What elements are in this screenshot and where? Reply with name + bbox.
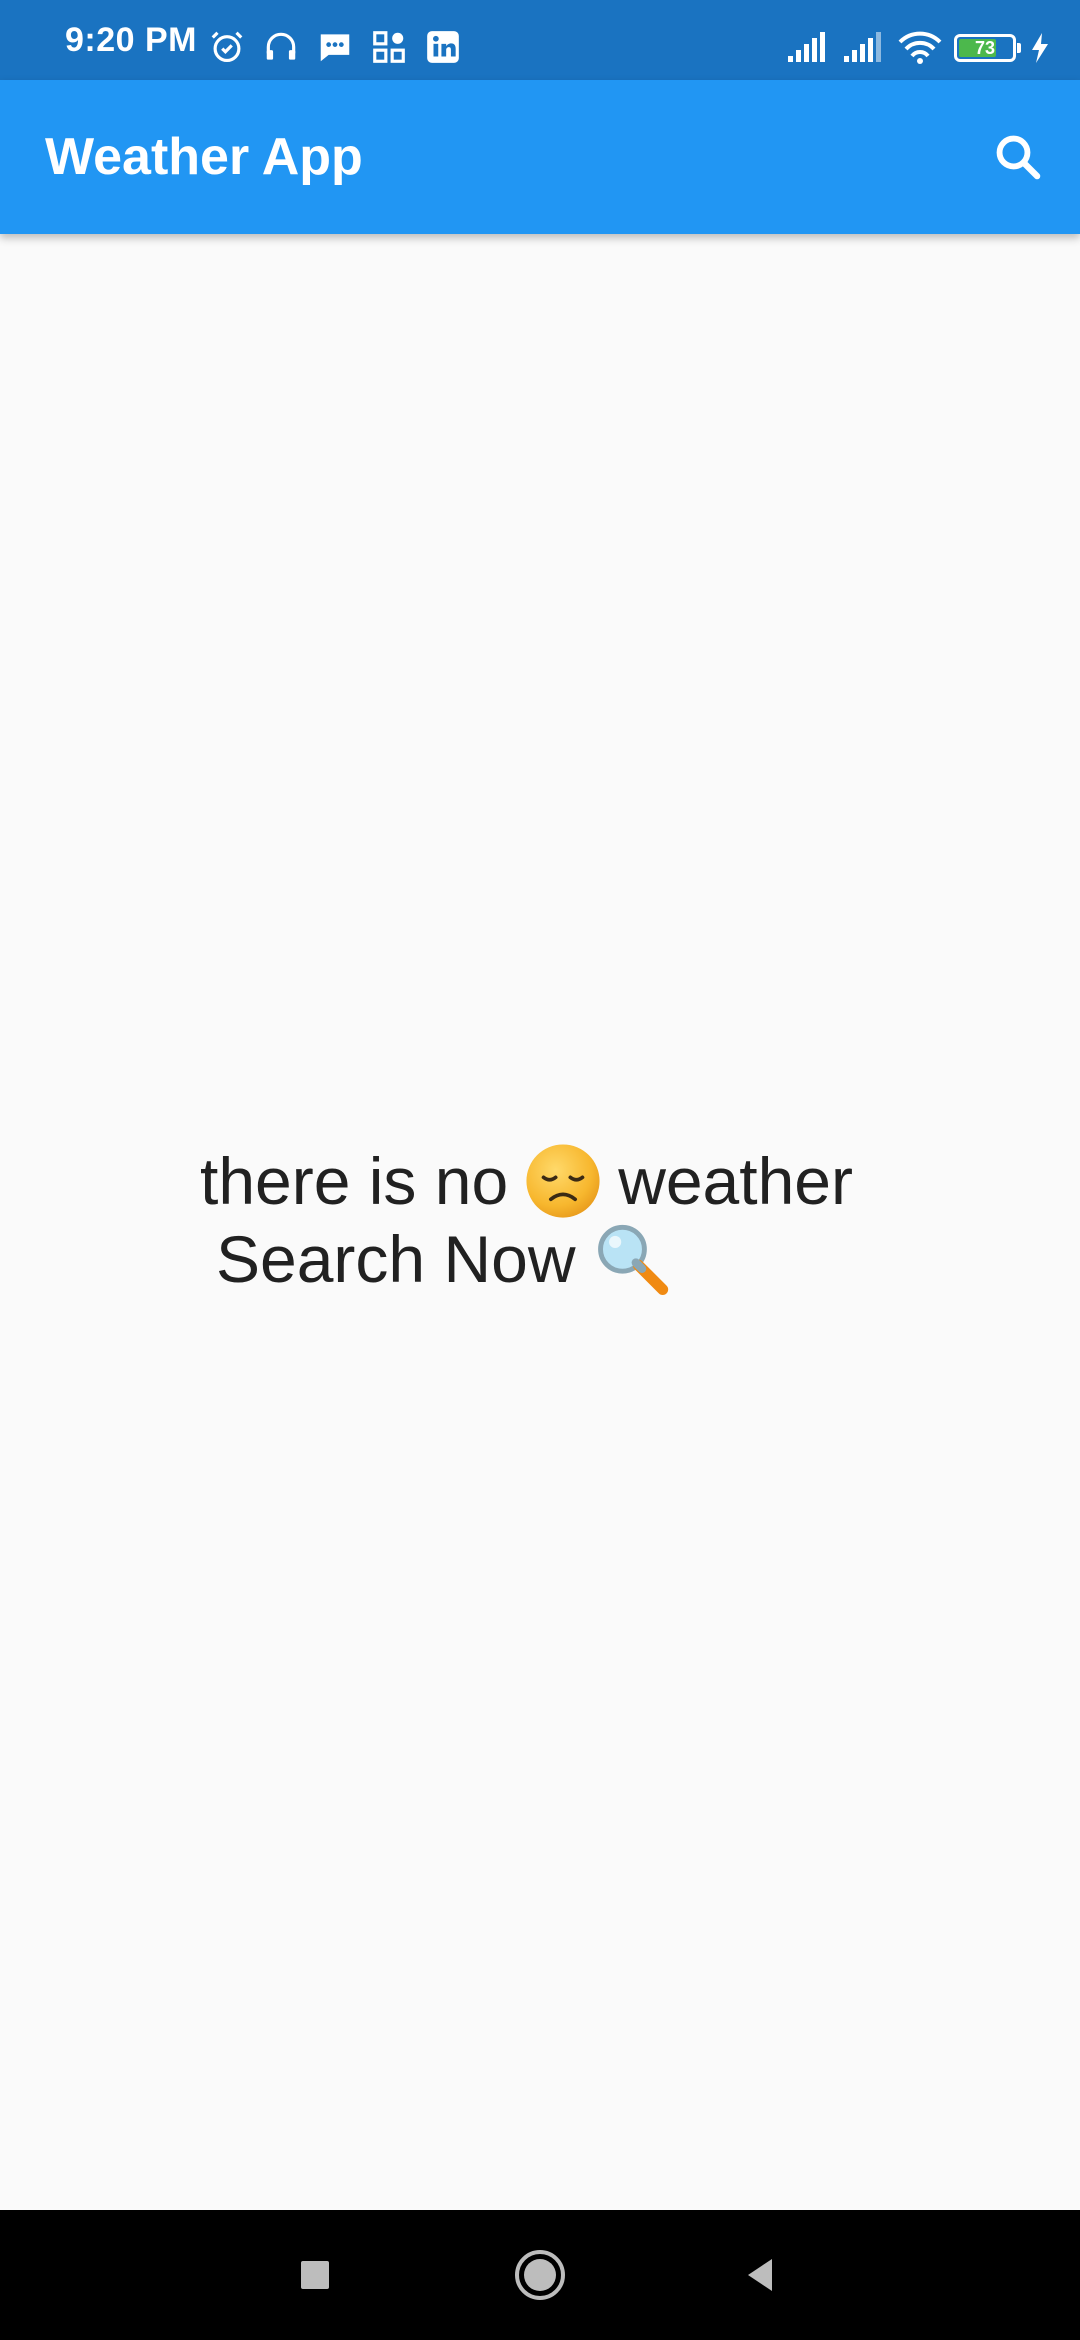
home-icon bbox=[515, 2250, 565, 2300]
empty-message-text-before: there is no bbox=[200, 1144, 509, 1218]
back-button[interactable] bbox=[720, 2235, 800, 2315]
empty-message-text-after: weather bbox=[618, 1144, 853, 1218]
alarm-icon bbox=[211, 31, 243, 63]
recents-icon bbox=[301, 2261, 329, 2289]
battery-icon: 73 bbox=[954, 34, 1021, 62]
signal-icon bbox=[788, 32, 825, 62]
app-bar: Weather App bbox=[0, 80, 1080, 234]
navigation-bar bbox=[0, 2210, 1080, 2340]
app-title: Weather App bbox=[45, 128, 363, 186]
headset-icon bbox=[266, 32, 296, 60]
app-grid-icon bbox=[373, 31, 405, 63]
recents-button[interactable] bbox=[275, 2235, 355, 2315]
status-time: 9:20 PM bbox=[65, 21, 197, 59]
back-icon bbox=[748, 2259, 772, 2291]
message-icon bbox=[320, 34, 350, 62]
signal-icon bbox=[844, 32, 881, 62]
wifi-icon bbox=[898, 31, 942, 64]
search-now-text: Search Now bbox=[216, 1222, 576, 1296]
status-bar: 9:20 PM 73 bbox=[0, 0, 1080, 80]
charging-icon bbox=[1032, 33, 1048, 63]
status-right-icons: 73 bbox=[786, 28, 1050, 68]
status-left-icons bbox=[208, 28, 462, 68]
battery-level: 73 bbox=[974, 38, 996, 58]
home-button[interactable] bbox=[500, 2235, 580, 2315]
empty-state-message: there is no weather Search Now bbox=[200, 1142, 900, 1298]
magnifying-glass-emoji bbox=[597, 1224, 668, 1295]
empty-message-line-1: there is no weather bbox=[200, 1142, 900, 1220]
search-icon bbox=[996, 135, 1041, 180]
empty-message-line-2: Search Now bbox=[200, 1220, 900, 1298]
search-button[interactable] bbox=[978, 117, 1058, 197]
main-content: there is no weather Search Now bbox=[0, 234, 1080, 2210]
linkedin-icon bbox=[427, 31, 459, 63]
disappointed-face-emoji bbox=[526, 1144, 600, 1218]
